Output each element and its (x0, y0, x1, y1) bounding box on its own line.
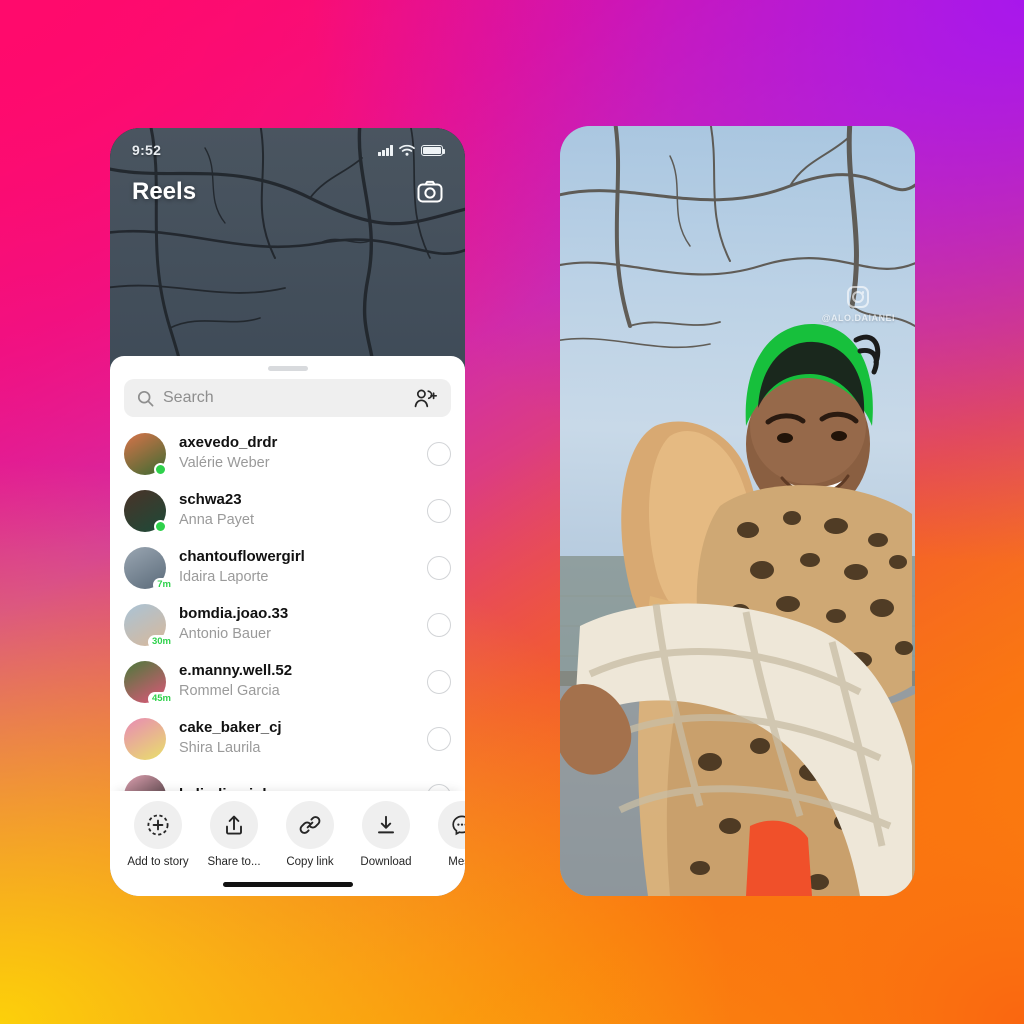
watermark: @ALO.DAIANEI (822, 286, 895, 323)
contact-username: e.manny.well.52 (179, 662, 293, 680)
contact-username: cake_baker_cj (179, 719, 282, 737)
contact-names: schwa23 Anna Payet (179, 491, 414, 530)
avatar (124, 717, 166, 760)
action-label: Share to... (207, 856, 261, 868)
cellular-signal-icon (378, 145, 393, 156)
left-phone-mockup: 9:52 Reels Search axevedo_drdr Valérie W… (110, 128, 465, 896)
avatar: 45m (124, 660, 175, 706)
contact-fullname: Rommel Garcia (179, 682, 280, 699)
action-label: Copy link (286, 856, 334, 868)
contact-row[interactable]: 7m chantouflowergirl Idaira Laporte (124, 539, 451, 596)
camera-icon[interactable] (417, 180, 443, 204)
contact-row[interactable]: axevedo_drdr Valérie Weber (124, 425, 451, 482)
avatar (124, 774, 166, 791)
search-icon (137, 390, 154, 406)
contact-names: cake_baker_cj Shira Laurila (179, 719, 414, 758)
watermark-handle: @ALO.DAIANEI (821, 313, 895, 323)
contact-row[interactable]: 45m e.manny.well.52 Rommel Garcia (124, 653, 451, 710)
contact-list[interactable]: axevedo_drdr Valérie Weber schwa23 Anna Pay… (110, 425, 465, 791)
contact-names: axevedo_drdr Valérie Weber (179, 434, 414, 473)
avatar: 7m (124, 546, 175, 592)
contact-row[interactable]: cake_baker_cj Shira Laurila (124, 710, 451, 767)
active-time-badge: 7m (153, 577, 175, 592)
contact-username: schwa23 (179, 491, 242, 509)
action-download[interactable]: Download (356, 801, 416, 868)
reel-video-frame (560, 126, 915, 896)
page-title: Reels (132, 178, 197, 205)
select-toggle[interactable] (427, 726, 451, 751)
share-sheet: Search axevedo_drdr Valérie Weber schwa23 A… (110, 356, 465, 896)
instagram-logo-icon (847, 286, 870, 308)
avatar: 30m (124, 603, 175, 649)
add-people-icon[interactable] (414, 389, 438, 408)
contact-names: e.manny.well.52 Rommel Garcia (179, 662, 414, 701)
action-label: Download (360, 856, 412, 868)
action-bar: Add to story Share to... Copy link Download… (110, 791, 465, 896)
reels-header: Reels (110, 172, 465, 212)
contact-fullname: Idaira Laporte (179, 568, 269, 585)
action-mess[interactable]: Mess (432, 801, 465, 868)
contact-names: bomdia.joao.33 Antonio Bauer (179, 605, 414, 644)
status-bar: 9:52 (110, 138, 465, 162)
search-input[interactable]: Search (124, 379, 451, 417)
action-share-to[interactable]: Share to... (204, 801, 264, 868)
sheet-drag-handle[interactable] (267, 366, 308, 371)
action-add-to-story[interactable]: Add to story (127, 801, 189, 868)
select-toggle[interactable] (427, 783, 451, 791)
contact-row[interactable]: 30m bomdia.joao.33 Antonio Bauer (124, 596, 451, 653)
battery-icon (421, 145, 446, 156)
messenger-icon (438, 801, 465, 849)
download-icon (362, 801, 410, 849)
contact-fullname: Valérie Weber (179, 454, 270, 471)
online-dot (154, 519, 167, 533)
add-to-story-icon (134, 801, 182, 849)
active-time-badge: 45m (147, 691, 175, 706)
red-garment (746, 820, 812, 896)
select-toggle[interactable] (427, 498, 451, 523)
search-placeholder: Search (163, 389, 214, 406)
select-toggle[interactable] (427, 612, 451, 637)
action-label: Add to story (127, 856, 189, 868)
contact-names: chantouflowergirl Idaira Laporte (179, 548, 414, 587)
avatar (124, 432, 167, 476)
wifi-icon (399, 144, 415, 156)
contact-row[interactable]: schwa23 Anna Payet (124, 482, 451, 539)
status-time: 9:52 (132, 142, 162, 158)
contact-username: axevedo_drdr (179, 434, 278, 452)
select-toggle[interactable] (427, 669, 451, 694)
action-label: Mess (448, 856, 465, 868)
right-phone-mockup: @ALO.DAIANEI (560, 126, 915, 896)
avatar (124, 489, 167, 533)
status-indicators (378, 144, 446, 156)
select-toggle[interactable] (427, 555, 451, 580)
contact-row[interactable]: kalindi_rainbows (124, 767, 451, 791)
select-toggle[interactable] (427, 441, 451, 466)
active-time-badge: 30m (147, 634, 175, 649)
share-icon (210, 801, 258, 849)
contact-username: chantouflowergirl (179, 548, 305, 566)
search-row: Search (110, 379, 465, 425)
link-icon (286, 801, 334, 849)
contact-fullname: Anna Payet (179, 511, 254, 528)
contact-fullname: Shira Laurila (179, 739, 261, 756)
home-bar (222, 882, 353, 887)
contact-fullname: Antonio Bauer (179, 625, 271, 642)
action-copy-link[interactable]: Copy link (280, 801, 340, 868)
contact-username: bomdia.joao.33 (179, 605, 289, 623)
online-dot (154, 462, 167, 476)
tree-branches-graphic (110, 128, 465, 388)
action-button-row[interactable]: Add to story Share to... Copy link Download… (110, 801, 465, 868)
